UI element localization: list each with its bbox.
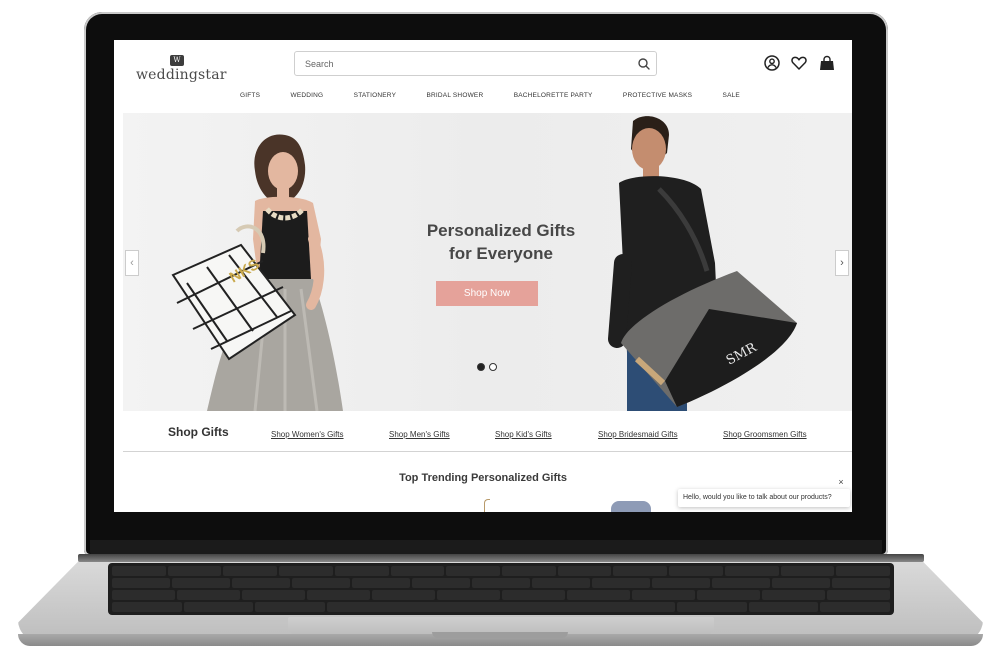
carousel-dot-2[interactable] [489, 363, 497, 371]
shop-mens-gifts-link[interactable]: Shop Men's Gifts [389, 430, 450, 439]
chat-prompt[interactable]: Hello, would you like to talk about our … [678, 489, 850, 507]
nav-wedding[interactable]: WEDDING [290, 92, 323, 106]
laptop-screen: W weddingstar GIFTS WEDDING [114, 40, 852, 512]
nav-bachelorette-party[interactable]: BACHELORETTE PARTY [514, 92, 593, 106]
chevron-right-icon: › [840, 257, 844, 269]
search-bar [294, 51, 657, 76]
account-icon[interactable] [763, 54, 781, 72]
site-logo[interactable]: W weddingstar [136, 49, 227, 83]
heart-icon[interactable] [790, 54, 808, 72]
main-navigation: GIFTS WEDDING STATIONERY BRIDAL SHOWER B… [240, 92, 740, 106]
shop-womens-gifts-link[interactable]: Shop Women's Gifts [271, 430, 344, 439]
product-thumbnail[interactable] [611, 501, 651, 512]
search-icon[interactable] [636, 56, 652, 72]
hero-title: Personalized Gifts for Everyone [391, 219, 611, 265]
hero-duffel-bag-image: SMR [621, 271, 797, 407]
trending-section-title: Top Trending Personalized Gifts [399, 472, 567, 484]
hero-title-line-1: Personalized Gifts [426, 221, 576, 240]
hero-carousel: NKS SMR Personalized Gifts for Everyone … [123, 113, 852, 411]
nav-stationery[interactable]: STATIONERY [354, 92, 396, 106]
nav-bridal-shower[interactable]: BRIDAL SHOWER [426, 92, 483, 106]
chat-close-button[interactable]: × [836, 477, 846, 487]
shop-groomsmen-gifts-link[interactable]: Shop Groomsmen Gifts [723, 430, 807, 439]
shopping-bag-icon[interactable] [818, 54, 836, 72]
carousel-prev-button[interactable]: ‹ [125, 250, 139, 276]
laptop-mockup: W weddingstar GIFTS WEDDING [0, 0, 1001, 672]
shop-gifts-row: Shop Gifts Shop Women's Gifts Shop Men's… [123, 418, 852, 452]
laptop-hinge [78, 554, 924, 562]
logo-badge: W [170, 55, 184, 66]
logo-text: weddingstar [136, 67, 227, 83]
laptop-notch [432, 632, 568, 638]
nav-protective-masks[interactable]: PROTECTIVE MASKS [623, 92, 692, 106]
nav-sale[interactable]: SALE [723, 92, 740, 106]
hero-title-line-2: for Everyone [449, 244, 553, 263]
search-input[interactable] [295, 52, 615, 75]
laptop-keyboard [108, 563, 894, 615]
product-thumbnail[interactable] [484, 499, 490, 512]
shop-now-button[interactable]: Shop Now [436, 281, 538, 306]
hero-tote-bag-image: NKS [171, 224, 297, 361]
shop-kids-gifts-link[interactable]: Shop Kid's Gifts [495, 430, 552, 439]
chevron-left-icon: ‹ [130, 257, 134, 269]
nav-gifts[interactable]: GIFTS [240, 92, 260, 106]
shop-bridesmaid-gifts-link[interactable]: Shop Bridesmaid Gifts [598, 430, 678, 439]
shop-gifts-title: Shop Gifts [168, 425, 229, 439]
carousel-dot-1[interactable] [477, 363, 485, 371]
carousel-next-button[interactable]: › [835, 250, 849, 276]
carousel-dots [477, 363, 497, 371]
